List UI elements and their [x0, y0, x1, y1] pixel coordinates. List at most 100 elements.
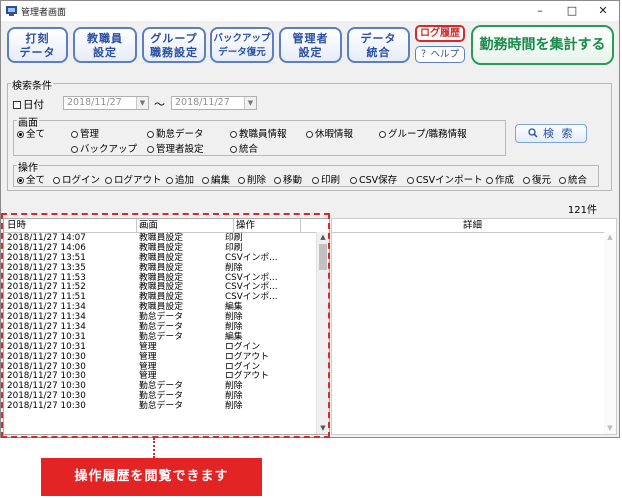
close-button[interactable]: ✕ [587, 1, 619, 21]
radio-icon[interactable] [230, 131, 237, 138]
op-radio-login[interactable]: ログイン [53, 172, 100, 186]
scroll-up-icon[interactable]: ▲ [604, 232, 616, 243]
radio-icon[interactable] [230, 146, 237, 153]
op-radio-merge[interactable]: 統合 [559, 172, 587, 186]
detail-pane[interactable]: 詳細 ▲ ▼ [331, 218, 617, 435]
date-from-value: 2018/11/27 [67, 97, 122, 108]
group-duty-label-1: グループ [150, 32, 198, 45]
radio-selected-icon[interactable] [17, 131, 24, 138]
screen-radio-all[interactable]: 全て [17, 126, 45, 140]
op-radio-label: 移動 [283, 175, 303, 186]
op-radio-label: ログイン [62, 175, 101, 186]
op-radio-print[interactable]: 印刷 [312, 172, 340, 186]
op-radio-label: 復元 [532, 175, 552, 186]
staff-settings-button[interactable]: 教職員 設定 [73, 27, 137, 63]
detail-scrollbar[interactable]: ▲ ▼ [604, 232, 616, 434]
op-radio-label: 統合 [568, 175, 588, 186]
op-radio-move[interactable]: 移動 [274, 172, 302, 186]
op-radio-create[interactable]: 作成 [486, 172, 514, 186]
op-radio-delete[interactable]: 削除 [238, 172, 266, 186]
clock-data-label-2: データ [19, 46, 56, 59]
op-radio-all[interactable]: 全て [17, 172, 45, 186]
screen-radio-backup[interactable]: バックアップ [71, 141, 137, 155]
radio-icon[interactable] [238, 177, 245, 184]
op-radio-logout[interactable]: ログアウト [105, 172, 162, 186]
op-radio-csv-import[interactable]: CSVインポート [407, 172, 483, 186]
screen-radio-label: 教職員情報 [239, 129, 287, 140]
radio-icon[interactable] [523, 177, 530, 184]
screen-radio-attendance[interactable]: 勤怠データ [147, 126, 204, 140]
help-button[interactable]: ？ヘルプ [415, 46, 465, 63]
maximize-button[interactable]: □ [556, 1, 588, 21]
callout-label: 操作履歴を閲覧できます [41, 458, 262, 496]
screen-radio-label: 管理者設定 [156, 144, 204, 155]
screen-radio-leave-info[interactable]: 休暇情報 [306, 126, 353, 140]
op-radio-label: 作成 [495, 175, 515, 186]
staff-settings-label-1: 教職員 [87, 32, 123, 45]
radio-icon[interactable] [486, 177, 493, 184]
date-range-tilde: ～ [154, 98, 165, 111]
window-title: 管理者画面 [21, 8, 67, 18]
detail-header: 詳細 [332, 219, 616, 233]
aggregate-hours-button[interactable]: 勤務時間を集計する [471, 25, 614, 65]
radio-icon[interactable] [71, 146, 78, 153]
screen-radio-manage[interactable]: 管理 [71, 126, 99, 140]
radio-icon[interactable] [147, 131, 154, 138]
radio-icon[interactable] [350, 177, 357, 184]
data-merge-button[interactable]: データ 統合 [347, 27, 410, 63]
chevron-down-icon[interactable]: ▼ [244, 97, 256, 109]
radio-icon[interactable] [379, 131, 386, 138]
radio-icon[interactable] [312, 177, 319, 184]
screen-radio-label: 全て [26, 129, 46, 140]
screen-radio-merge[interactable]: 統合 [230, 141, 258, 155]
search-button[interactable]: 検 索 [515, 124, 587, 143]
screen-radio-label: 管理 [80, 129, 100, 140]
op-radio-label: 全て [26, 175, 46, 186]
backup-restore-label-1: バックアップ [213, 33, 271, 44]
date-to-picker[interactable]: 2018/11/27 ▼ [171, 96, 257, 110]
date-filter-checkbox[interactable]: 日付 [13, 97, 44, 112]
admin-settings-label-2: 設定 [298, 46, 323, 59]
checkbox-box[interactable] [13, 101, 21, 109]
date-from-picker[interactable]: 2018/11/27 ▼ [63, 96, 149, 110]
op-radio-edit[interactable]: 編集 [202, 172, 230, 186]
clock-data-button[interactable]: 打刻 データ [7, 27, 68, 63]
screen-radio-group-info[interactable]: グループ/職務情報 [379, 126, 467, 140]
radio-icon[interactable] [306, 131, 313, 138]
backup-restore-button[interactable]: バックアップ データ復元 [210, 27, 274, 63]
radio-icon[interactable] [71, 131, 78, 138]
op-radio-restore[interactable]: 復元 [523, 172, 551, 186]
scroll-down-icon[interactable]: ▼ [604, 423, 616, 434]
search-conditions-label: 検索条件 [11, 77, 53, 92]
radio-icon[interactable] [274, 177, 281, 184]
date-filter-label: 日付 [23, 99, 44, 111]
log-history-button[interactable]: ログ履歴 [415, 25, 465, 42]
op-radio-label: ログアウト [114, 175, 162, 186]
radio-icon[interactable] [53, 177, 60, 184]
group-duty-label-2: 職務設定 [150, 46, 198, 59]
radio-icon[interactable] [166, 177, 173, 184]
screen-radio-admin-settings[interactable]: 管理者設定 [147, 141, 204, 155]
header-detail[interactable]: 詳細 [463, 219, 482, 232]
magnifier-icon [527, 128, 538, 138]
radio-icon[interactable] [559, 177, 566, 184]
radio-icon[interactable] [147, 146, 154, 153]
result-count: 121件 [567, 205, 597, 216]
radio-icon[interactable] [407, 177, 414, 184]
radio-icon[interactable] [202, 177, 209, 184]
chevron-down-icon[interactable]: ▼ [136, 97, 148, 109]
op-radio-label: CSV保存 [359, 175, 398, 186]
screen-radio-label: バックアップ [80, 144, 138, 155]
radio-icon[interactable] [105, 177, 112, 184]
op-radio-label: 削除 [247, 175, 267, 186]
admin-settings-label-1: 管理者 [292, 32, 329, 45]
group-duty-settings-button[interactable]: グループ 職務設定 [142, 27, 206, 63]
op-radio-label: 編集 [211, 175, 231, 186]
screen-radio-staff-info[interactable]: 教職員情報 [230, 126, 287, 140]
minimize-button[interactable]: – [524, 1, 556, 21]
op-radio-add[interactable]: 追加 [166, 172, 194, 186]
admin-settings-button[interactable]: 管理者 設定 [279, 27, 342, 63]
clock-data-label-1: 打刻 [25, 32, 50, 45]
op-radio-csv-save[interactable]: CSV保存 [350, 172, 397, 186]
radio-selected-icon[interactable] [17, 177, 24, 184]
